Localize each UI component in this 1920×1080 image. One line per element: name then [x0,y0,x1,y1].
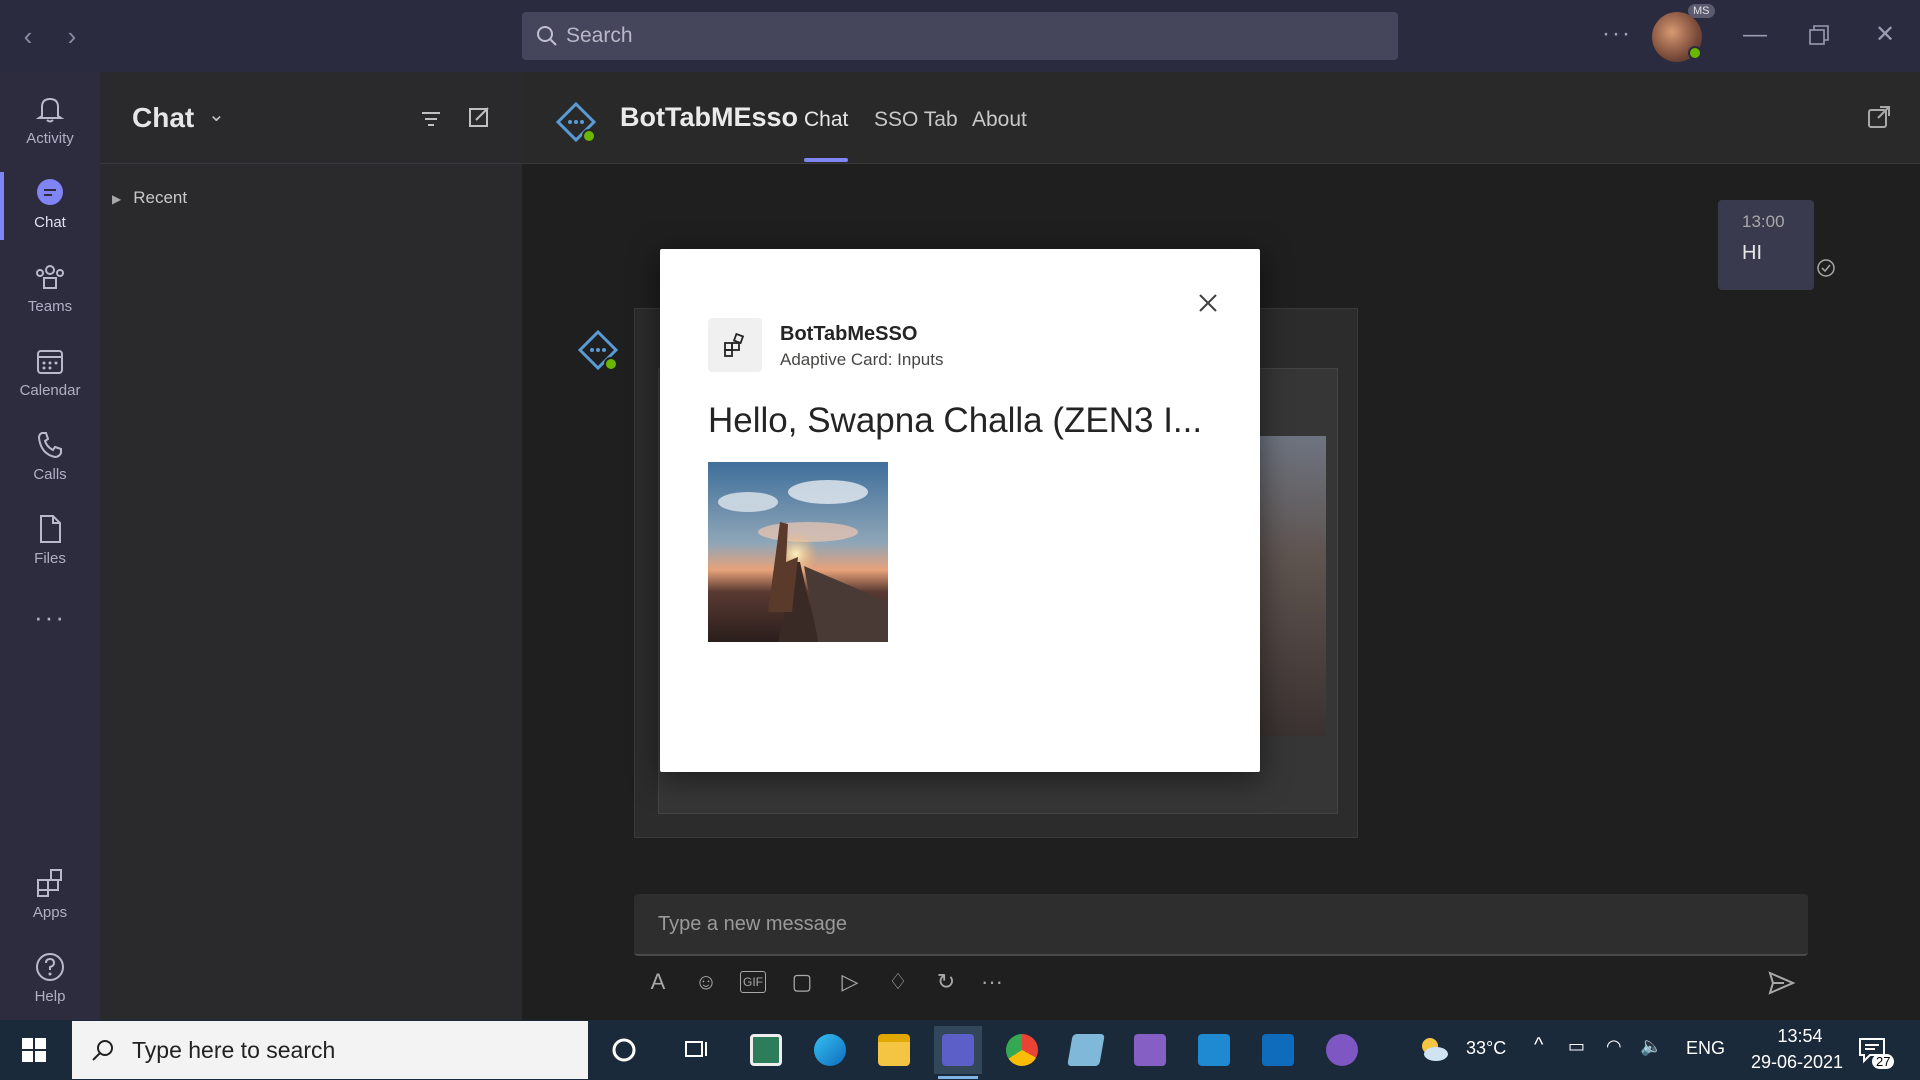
minimize-icon[interactable]: — [1740,20,1770,50]
search-icon [92,1040,113,1061]
weather-temperature: 33°C [1466,1038,1507,1058]
restore-icon[interactable] [1804,20,1834,50]
user-photo [708,462,888,642]
taskbar-clock-time[interactable]: 13:54 [1760,1026,1840,1047]
task-module-dialog: BotTabMeSSO Adaptive Card: Inputs Hello,… [660,249,1260,772]
battery-icon[interactable]: ▭ [1568,1036,1585,1057]
taskbar-search[interactable] [72,1021,588,1079]
show-hidden-icons-icon[interactable]: ^ [1534,1034,1543,1057]
close-icon[interactable] [1194,289,1222,317]
vscode-icon[interactable] [1190,1026,1238,1074]
volume-icon[interactable]: 🔈 [1640,1036,1662,1057]
weather-icon[interactable] [1410,1026,1458,1074]
edge-browser-icon[interactable] [806,1026,854,1074]
greeting-text: Hello, Swapna Challa (ZEN3 I... [708,401,1203,440]
whiteboard-app-icon[interactable] [742,1026,790,1074]
input-language[interactable]: ENG [1686,1038,1725,1059]
taskbar-search-input[interactable] [132,1021,572,1079]
outlook-icon[interactable] [1254,1026,1302,1074]
forward-arrow-icon[interactable]: › [58,22,86,50]
search-bar[interactable] [522,12,1398,60]
close-window-icon[interactable]: ✕ [1870,20,1900,50]
title-bar: ‹ › ··· MS — ✕ [0,0,1920,72]
windows-start-icon[interactable] [20,1036,48,1064]
wifi-icon[interactable]: ◠ [1606,1036,1622,1057]
dialog-subtitle: Adaptive Card: Inputs [780,350,944,369]
chrome-browser-icon[interactable] [998,1026,1046,1074]
teams-app-icon[interactable] [934,1026,982,1079]
github-desktop-icon[interactable] [1318,1026,1366,1074]
app-name: BotTabMeSSO [780,323,918,345]
app-icon [708,318,762,372]
notification-count-badge: 27 [1872,1054,1895,1069]
apps-icon [724,332,745,357]
notepad-app-icon[interactable] [1062,1026,1110,1074]
cortana-icon[interactable] [600,1026,648,1074]
visual-studio-icon[interactable] [1126,1026,1174,1074]
windows-taskbar: 33°C ^ ▭ ◠ 🔈 ENG [0,1020,1920,1080]
file-explorer-icon[interactable] [870,1026,918,1074]
search-input[interactable] [566,12,1386,60]
more-options-icon[interactable]: ··· [1602,20,1632,48]
online-status-icon [1688,46,1702,60]
search-icon [537,26,557,46]
avatar-initials-badge: MS [1688,4,1715,18]
back-arrow-icon[interactable]: ‹ [14,22,42,50]
taskbar-clock-date[interactable]: 29-06-2021 [1732,1052,1862,1073]
task-view-icon[interactable] [672,1026,720,1074]
